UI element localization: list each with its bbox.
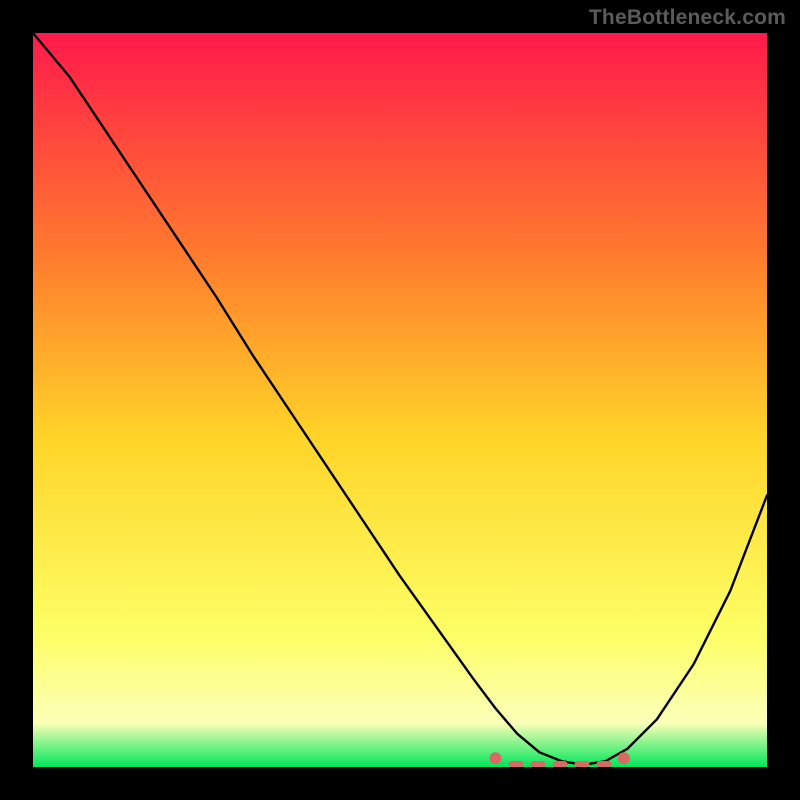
optimal-marker-dash	[575, 761, 590, 767]
gradient-background	[33, 33, 767, 767]
bottleneck-plot	[33, 33, 767, 767]
optimal-marker-dot	[489, 752, 501, 764]
optimal-marker-dash	[508, 761, 523, 767]
optimal-marker-dash	[553, 761, 568, 767]
optimal-marker-dash	[530, 761, 545, 767]
watermark-text: TheBottleneck.com	[589, 6, 786, 30]
optimal-marker-dash	[597, 761, 612, 767]
chart-stage: TheBottleneck.com	[0, 0, 800, 800]
optimal-marker-dot	[618, 752, 630, 764]
